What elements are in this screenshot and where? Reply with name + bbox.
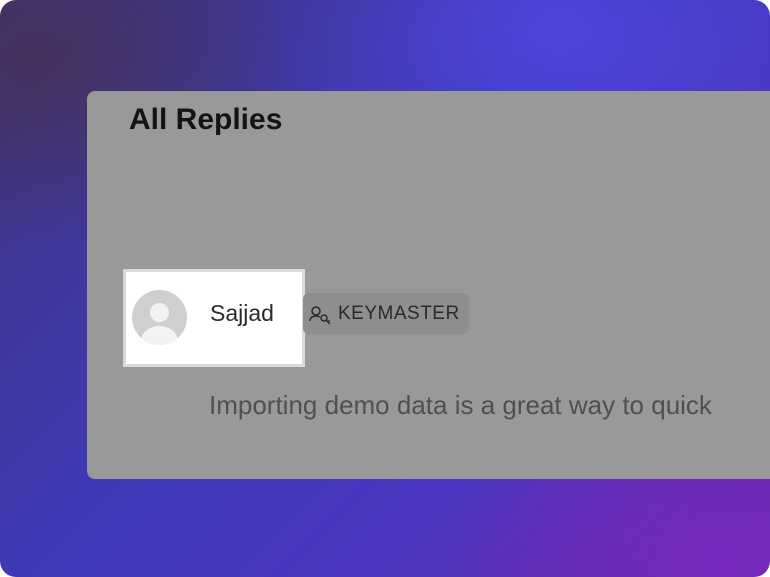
- reply-author[interactable]: Sajjad: [123, 269, 305, 367]
- backdrop: All Replies Sajjad KEYMASTER Importing d…: [0, 0, 770, 577]
- avatar[interactable]: [132, 290, 187, 345]
- role-badge: KEYMASTER: [303, 293, 469, 334]
- reply-content: Importing demo data is a great way to qu…: [209, 390, 712, 420]
- keymaster-icon: [309, 305, 331, 325]
- avatar-head-shape: [150, 303, 169, 322]
- role-label: KEYMASTER: [338, 302, 460, 324]
- section-title: All Replies: [129, 103, 283, 136]
- replies-card: All Replies Sajjad KEYMASTER Importing d…: [87, 91, 770, 479]
- avatar-body-shape: [141, 326, 178, 345]
- author-name-link[interactable]: Sajjad: [210, 300, 274, 327]
